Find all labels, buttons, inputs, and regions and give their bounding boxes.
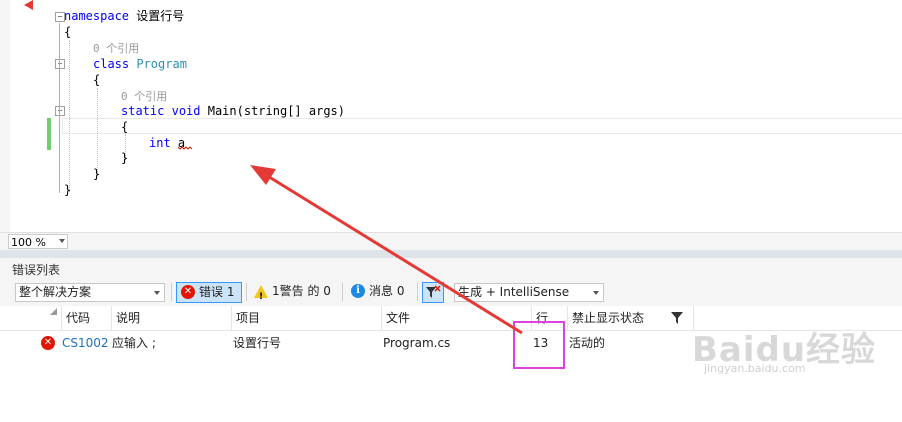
annotation-arrow	[250, 165, 523, 335]
